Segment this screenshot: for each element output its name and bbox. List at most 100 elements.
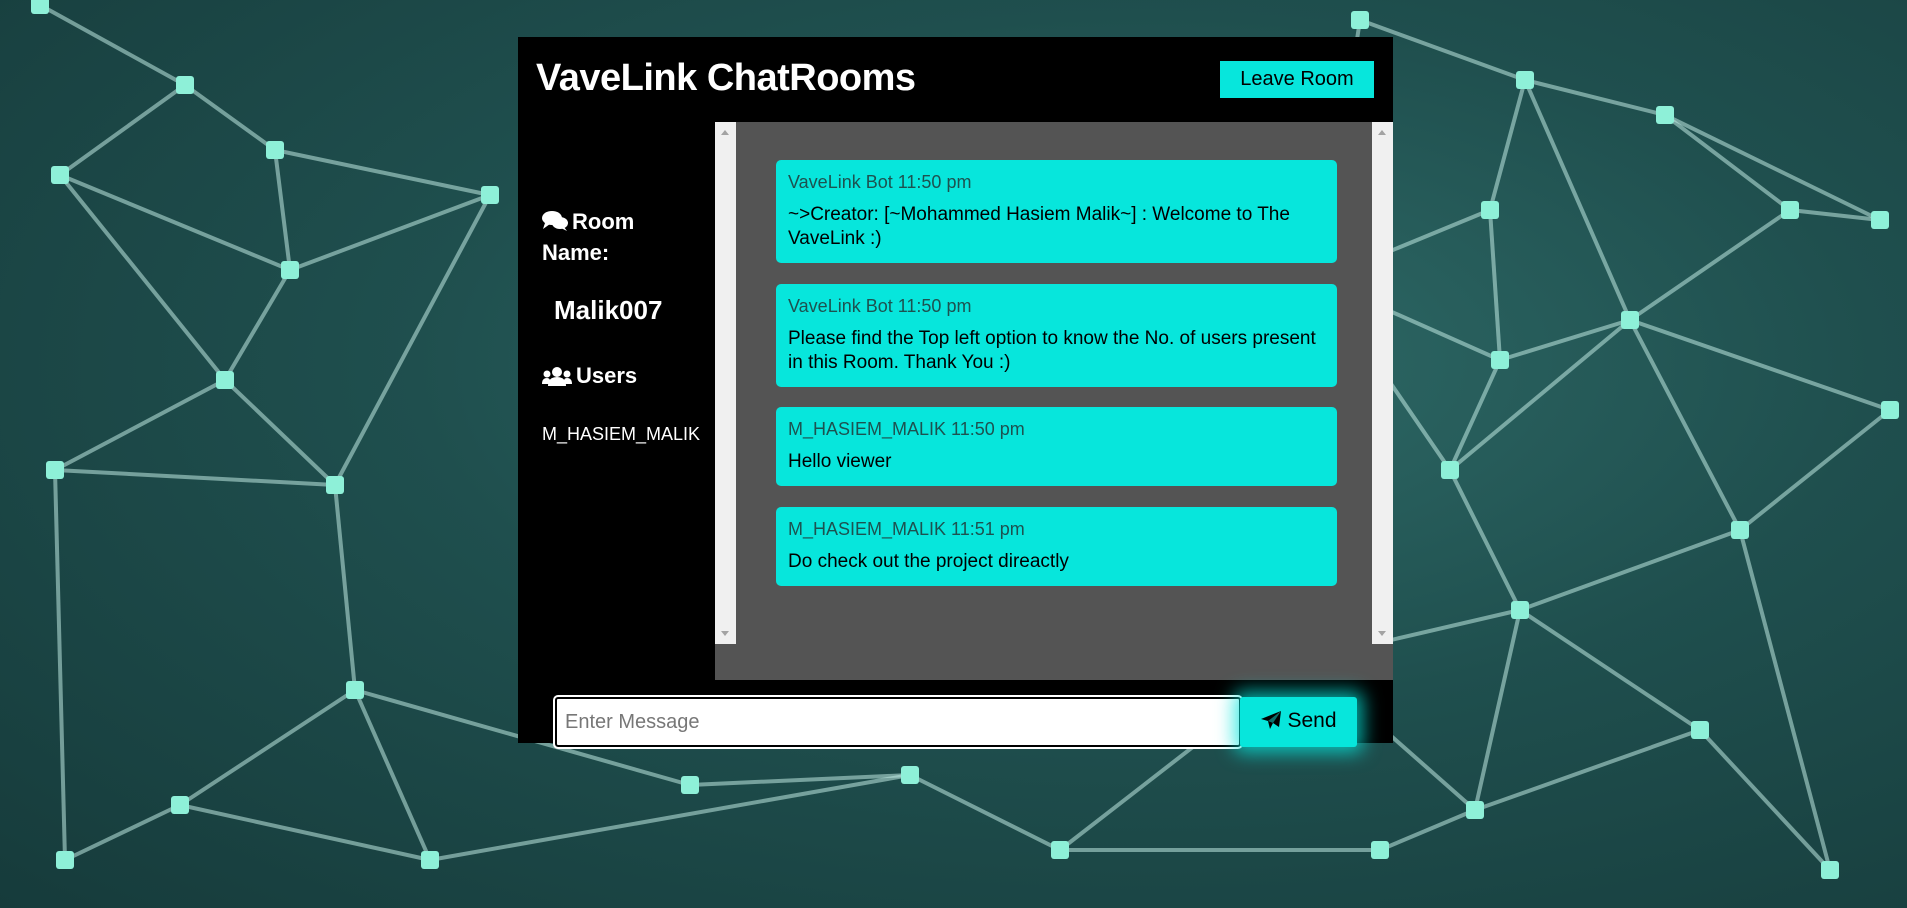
scroll-down-arrow-icon[interactable] xyxy=(1378,631,1386,636)
message-meta: M_HASIEM_MALIK 11:50 pm xyxy=(788,419,1025,439)
network-edge xyxy=(1488,79,1527,211)
network-node xyxy=(346,681,364,699)
network-edge xyxy=(54,468,336,487)
network-edge xyxy=(223,268,292,382)
room-name-heading: Room Name: xyxy=(542,208,692,267)
network-edge xyxy=(1518,608,1702,732)
network-edge xyxy=(1448,359,1502,471)
network-node xyxy=(51,166,69,184)
network-node xyxy=(1511,601,1529,619)
network-edge xyxy=(178,688,357,807)
chat-message: VaveLink Bot 11:50 pm Please find the To… xyxy=(776,284,1337,387)
network-edge xyxy=(183,83,277,152)
network-node xyxy=(1781,201,1799,219)
network-edge xyxy=(1499,318,1631,362)
network-node xyxy=(1881,401,1899,419)
network-node xyxy=(1821,861,1839,879)
network-node xyxy=(56,851,74,869)
network-node xyxy=(1481,201,1499,219)
message-text: Please find the Top left option to know … xyxy=(788,328,1316,373)
network-edge xyxy=(223,378,337,487)
send-button-label: Send xyxy=(1287,708,1337,732)
network-edge xyxy=(1448,318,1632,472)
send-button[interactable]: Send xyxy=(1240,697,1357,747)
leave-room-button[interactable]: Leave Room xyxy=(1220,61,1374,98)
network-edge xyxy=(58,173,227,382)
right-scrollbar[interactable] xyxy=(1372,122,1393,644)
app-title: VaveLink ChatRooms xyxy=(536,57,916,99)
network-edge xyxy=(909,773,1061,852)
network-node xyxy=(281,261,299,279)
paper-plane-icon xyxy=(1260,710,1282,736)
network-edge xyxy=(1379,808,1476,852)
network-node xyxy=(421,851,439,869)
network-edge xyxy=(58,83,187,177)
network-node xyxy=(216,371,234,389)
users-icon xyxy=(542,365,572,393)
network-edge xyxy=(1663,113,1792,212)
network-node xyxy=(1731,521,1749,539)
message-meta: VaveLink Bot 11:50 pm xyxy=(788,296,972,316)
network-edge xyxy=(179,803,431,862)
sidebar: Room Name: Malik007 Users M_HASIEM_MALIK xyxy=(518,122,715,680)
network-node xyxy=(1351,11,1369,29)
network-edge xyxy=(1664,113,1881,222)
network-edge xyxy=(54,378,226,472)
network-node xyxy=(1371,841,1389,859)
network-node xyxy=(1441,461,1459,479)
chat-header: VaveLink ChatRooms Leave Room xyxy=(518,37,1393,122)
message-composer: Send xyxy=(518,680,1393,749)
room-name-value: Malik007 xyxy=(554,295,663,325)
network-node xyxy=(326,476,344,494)
network-edge xyxy=(333,194,492,486)
network-node xyxy=(1656,106,1674,124)
users-heading: Users xyxy=(542,362,637,393)
chat-message: M_HASIEM_MALIK 11:50 pm Hello viewer xyxy=(776,407,1337,486)
scroll-down-arrow-icon[interactable] xyxy=(721,631,729,636)
network-edge xyxy=(353,689,432,861)
network-node xyxy=(481,186,499,204)
message-text: Do check out the project direactly xyxy=(788,551,1069,572)
message-meta: M_HASIEM_MALIK 11:51 pm xyxy=(788,519,1025,539)
left-scrollbar[interactable] xyxy=(715,122,736,644)
network-edge xyxy=(1523,79,1632,321)
network-edge xyxy=(1488,209,1502,361)
chat-window: VaveLink ChatRooms Leave Room Room Name:… xyxy=(518,37,1393,749)
network-edge xyxy=(333,484,357,691)
network-edge xyxy=(59,173,291,272)
network-node xyxy=(1691,721,1709,739)
network-edge xyxy=(39,3,186,87)
network-node xyxy=(1871,211,1889,229)
network-edge xyxy=(429,773,911,862)
chat-message: M_HASIEM_MALIK 11:51 pm Do check out the… xyxy=(776,507,1337,586)
network-edge xyxy=(1519,528,1741,612)
network-node xyxy=(1621,311,1639,329)
network-edge xyxy=(274,148,491,197)
network-node xyxy=(1491,351,1509,369)
network-node xyxy=(1051,841,1069,859)
message-meta: VaveLink Bot 11:50 pm xyxy=(788,172,972,192)
message-input[interactable] xyxy=(553,695,1243,749)
network-edge xyxy=(1448,469,1522,611)
user-list-item: M_HASIEM_MALIK xyxy=(542,424,701,444)
scroll-up-arrow-icon[interactable] xyxy=(1378,130,1386,135)
network-node xyxy=(901,766,919,784)
network-node xyxy=(176,76,194,94)
message-text: ~>Creator: [~Mohammed Hasiem Malik~] : W… xyxy=(788,204,1290,249)
network-node xyxy=(681,776,699,794)
message-text: Hello viewer xyxy=(788,451,892,472)
network-edge xyxy=(1738,408,1892,532)
comments-icon xyxy=(542,210,568,239)
network-edge xyxy=(64,803,181,862)
network-edge xyxy=(1628,208,1792,322)
network-edge xyxy=(1474,728,1701,812)
network-edge xyxy=(273,149,292,271)
network-node xyxy=(1516,71,1534,89)
network-edge xyxy=(289,193,491,272)
network-node xyxy=(46,461,64,479)
scroll-up-arrow-icon[interactable] xyxy=(721,130,729,135)
network-node xyxy=(1466,801,1484,819)
network-node xyxy=(266,141,284,159)
network-edge xyxy=(1524,78,1666,117)
network-edge xyxy=(53,469,67,861)
